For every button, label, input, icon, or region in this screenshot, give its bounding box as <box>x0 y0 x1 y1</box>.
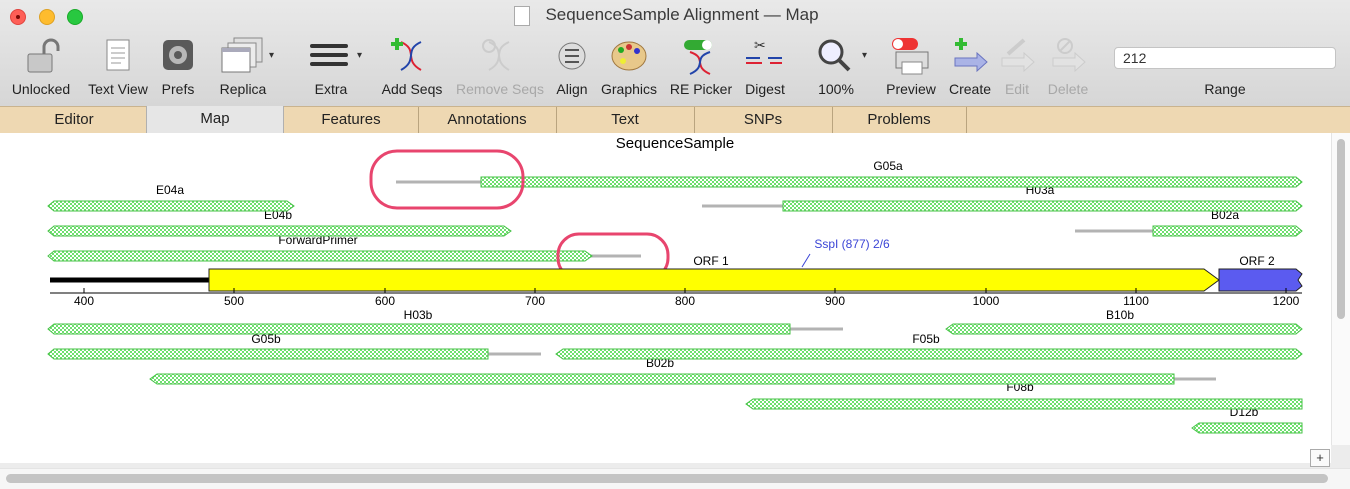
menu-lines-icon <box>308 36 354 76</box>
read-label-e04a: E04a <box>156 183 184 197</box>
edit-button[interactable]: Edit <box>994 36 1040 97</box>
horizontal-scrollbar[interactable] <box>0 468 1350 489</box>
read-bar-g05a[interactable] <box>480 176 1303 188</box>
axis-tick-label: 1000 <box>973 294 1000 308</box>
read-label-f05b: F05b <box>912 332 940 346</box>
axis-tick-label: 800 <box>675 294 695 308</box>
zoom-in-button[interactable]: + <box>1310 449 1330 467</box>
replica-chevron-down-icon[interactable]: ▾ <box>269 50 274 61</box>
create-arrow-icon <box>947 36 993 76</box>
delete-icon <box>1045 36 1091 76</box>
read-bar-f05b[interactable] <box>555 348 1303 360</box>
tab-features[interactable]: Features <box>284 107 419 133</box>
sequence-map[interactable]: SequenceSample G05a E04a H03a E04b B02a … <box>0 133 1331 463</box>
magnifier-icon <box>813 36 859 76</box>
range-label: Range <box>1204 81 1246 97</box>
read-bar-forwardprimer[interactable] <box>47 250 593 262</box>
digest-button[interactable]: ✂ Digest <box>742 36 788 97</box>
read-bar-b02b[interactable] <box>149 373 1175 385</box>
read-bar-e04b[interactable] <box>47 225 512 237</box>
read-bar-h03a[interactable] <box>782 200 1303 212</box>
tab-snps[interactable]: SNPs <box>694 107 833 133</box>
read-bar-b10b[interactable] <box>945 323 1303 335</box>
tab-text[interactable]: Text <box>556 107 695 133</box>
gear-icon <box>155 36 201 76</box>
orf1-label: ORF 1 <box>693 254 729 268</box>
replica-button[interactable]: Replica <box>220 36 266 97</box>
tab-annotations[interactable]: Annotations <box>418 107 557 133</box>
axis-tick-label: 1100 <box>1123 294 1149 308</box>
read-bar-f08b[interactable] <box>745 398 1303 410</box>
axis-tick-label: 1200 <box>1273 294 1300 308</box>
lock-icon <box>18 36 64 76</box>
enzyme-site-label[interactable]: SspI (877) 2/6 <box>814 237 890 251</box>
axis-tick-label: 700 <box>525 294 545 308</box>
svg-text:✂: ✂ <box>754 37 766 53</box>
scissors-dna-icon: ✂ <box>742 36 788 76</box>
range-input[interactable]: 212 <box>1114 47 1336 69</box>
unlocked-button[interactable]: Unlocked <box>12 36 70 97</box>
axis-tick-label: 500 <box>224 294 244 308</box>
map-title: SequenceSample <box>616 135 734 152</box>
vertical-scrollbar[interactable] <box>1331 133 1350 445</box>
read-label-h03b: H03b <box>404 308 433 322</box>
tab-map[interactable]: Map <box>146 106 284 134</box>
delete-button[interactable]: Delete <box>1045 36 1091 97</box>
re-picker-icon <box>678 36 724 76</box>
printer-icon <box>888 36 934 76</box>
window-title: SequenceSample Alignment — Map <box>545 5 819 24</box>
zoom-chevron-down-icon[interactable]: ▾ <box>862 50 867 61</box>
align-icon <box>549 36 595 76</box>
orf2-arrow[interactable] <box>1218 268 1303 292</box>
read-bar-h03b[interactable] <box>47 323 791 335</box>
read-label-g05a: G05a <box>873 159 903 173</box>
re-picker-button[interactable]: RE Picker <box>670 36 732 97</box>
dna-remove-icon <box>477 36 523 76</box>
graphics-button[interactable]: Graphics <box>601 36 657 97</box>
zoom-button[interactable]: 100% <box>813 36 859 97</box>
title-bar: SequenceSample Alignment — Map Unlocked … <box>0 0 1350 106</box>
add-seqs-button[interactable]: Add Seqs <box>382 36 442 97</box>
axis-tick-label: 400 <box>74 294 94 308</box>
pencil-icon <box>994 36 1040 76</box>
enzyme-site-marker <box>801 253 811 268</box>
remove-seqs-button[interactable]: Remove Seqs <box>456 36 544 97</box>
tab-problems[interactable]: Problems <box>832 107 967 133</box>
orf1-arrow[interactable] <box>208 268 1220 292</box>
align-button[interactable]: Align <box>549 36 595 97</box>
windows-stack-icon <box>220 36 266 76</box>
preview-button[interactable]: Preview <box>886 36 936 97</box>
dna-add-icon <box>389 36 435 76</box>
text-view-button[interactable]: Text View <box>88 36 148 97</box>
vertical-scroll-thumb[interactable] <box>1337 139 1345 319</box>
prefs-button[interactable]: Prefs <box>155 36 201 97</box>
read-bar-b02a[interactable] <box>1152 225 1303 237</box>
tab-bar: Editor Map Features Annotations Text SNP… <box>0 106 1350 134</box>
create-button[interactable]: Create <box>947 36 993 97</box>
orf2-label: ORF 2 <box>1239 254 1275 268</box>
extra-button[interactable]: Extra <box>308 36 354 97</box>
horizontal-scroll-thumb[interactable] <box>6 474 1328 483</box>
axis-tick-label: 900 <box>825 294 845 308</box>
read-bar-d12b[interactable] <box>1191 422 1303 434</box>
map-canvas[interactable]: SequenceSample G05a E04a H03a E04b B02a … <box>0 133 1331 463</box>
read-bar-e04a[interactable] <box>47 200 295 212</box>
read-bar-g05b[interactable] <box>47 348 489 360</box>
tab-editor[interactable]: Editor <box>0 107 149 133</box>
axis-tick-label: 600 <box>375 294 395 308</box>
extra-chevron-down-icon[interactable]: ▾ <box>357 50 362 61</box>
palette-icon <box>606 36 652 76</box>
text-document-icon <box>95 36 141 76</box>
read-label-b10b: B10b <box>1106 308 1134 322</box>
